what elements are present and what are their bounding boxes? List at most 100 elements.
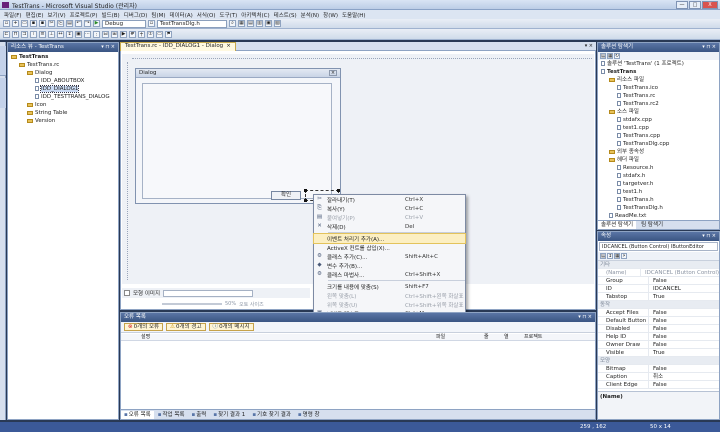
comment-icon[interactable]: ▭ — [156, 30, 163, 38]
space-down-icon[interactable]: ⋮ — [93, 30, 100, 38]
solution-tree-item[interactable]: stdafx.h — [598, 172, 719, 180]
minimize-button[interactable]: — — [676, 1, 688, 9]
bottom-tab[interactable]: ▪ 출력 — [188, 411, 209, 419]
resource-tree-item[interactable]: IDD_DIALOG1 — [8, 85, 118, 93]
property-category[interactable]: 기타 — [598, 261, 719, 269]
column-column[interactable]: 열 — [504, 334, 509, 341]
refresh-icon[interactable]: ↻ — [614, 53, 620, 59]
property-row[interactable]: Help ID False — [598, 333, 719, 341]
panel-options-icon[interactable]: ▾ ⊓ × — [578, 313, 592, 322]
menu-item[interactable]: 빌드(B) — [102, 11, 120, 19]
tab-order-icon[interactable]: ① — [147, 30, 154, 38]
toggle-grid-icon[interactable]: # — [129, 30, 136, 38]
find-icon[interactable]: ⌕ — [229, 20, 236, 27]
messages-filter-button[interactable]: ⓘ 0개의 메시지 — [208, 323, 254, 331]
bottom-tab[interactable]: ▪ 오류 목록 — [121, 410, 154, 419]
cut-icon[interactable]: ✂ — [48, 20, 55, 27]
property-row[interactable]: Bitmap False — [598, 365, 719, 373]
menu-item[interactable]: 아키텍처(C) — [241, 11, 269, 19]
resource-tree-item[interactable]: Version — [8, 117, 118, 125]
solution-tree-item[interactable]: TestTransDlg.h — [598, 204, 719, 212]
property-value[interactable]: False — [648, 333, 667, 340]
save-all-icon[interactable]: ▪ — [39, 20, 46, 27]
property-value[interactable]: False — [648, 381, 667, 388]
solution-tree-item[interactable]: test1.cpp — [598, 124, 719, 132]
context-menu-item[interactable]: 왼쪽 맞춤(L) Ctrl+Shift+왼쪽 화살표 — [314, 291, 465, 300]
warnings-filter-button[interactable]: ⚠ 0개의 경고 — [166, 323, 206, 331]
property-row[interactable]: Caption 취소 — [598, 373, 719, 381]
context-menu-item[interactable]: ⚙ 클래스 추가(C)... Shift+Alt+C — [314, 252, 465, 261]
align-center-icon[interactable]: ⊓ — [12, 30, 19, 38]
solution-tree-item[interactable]: test1.h — [598, 188, 719, 196]
toolbox-tab[interactable] — [0, 46, 6, 76]
solution-tree-item[interactable]: ReadMe.txt — [598, 212, 719, 220]
resource-tree-item[interactable]: IDD_ABOUTBOX — [8, 77, 118, 85]
align-middle-icon[interactable]: ≡ — [39, 30, 46, 38]
solution-tree-item[interactable]: Resource.h — [598, 164, 719, 172]
resource-tree-item[interactable]: TestTrans.rc — [8, 61, 118, 69]
undo-icon[interactable]: ↶ — [75, 20, 82, 27]
property-value[interactable]: IDCANCEL — [648, 285, 681, 292]
resize-handle[interactable] — [304, 199, 307, 202]
zoom-slider[interactable] — [162, 303, 222, 305]
start-page-icon[interactable]: ▣ — [265, 20, 272, 27]
object-selector[interactable]: IDCANCEL (Button Control) IButtonEditor — [599, 242, 718, 251]
tab-dropdown-icon[interactable]: ▾ × — [585, 43, 593, 49]
menu-item[interactable]: 도움말(H) — [342, 11, 366, 19]
guide-checkbox[interactable] — [124, 290, 130, 296]
resource-tree-item[interactable]: Icon — [8, 101, 118, 109]
property-row[interactable]: Disabled False — [598, 325, 719, 333]
property-value[interactable]: 취소 — [648, 373, 663, 380]
solution-explorer-tab[interactable]: 팀 탐색기 — [638, 221, 666, 229]
same-height-icon[interactable]: ↕ — [66, 30, 73, 38]
document-tab[interactable]: TestTrans.rc - IDD_DIALOG1 - Dialog × — [120, 41, 236, 51]
solution-tree-item[interactable]: TestTransDlg.cpp — [598, 140, 719, 148]
property-category[interactable]: 동작 — [598, 301, 719, 309]
resource-tree-item[interactable]: Dialog — [8, 69, 118, 77]
property-row[interactable]: Default Button False — [598, 317, 719, 325]
new-project-icon[interactable]: ▫ — [3, 20, 10, 27]
show-all-files-icon[interactable]: ▦ — [607, 53, 613, 59]
menu-item[interactable]: 서식(O) — [197, 11, 216, 19]
align-right-icon[interactable]: ⊐ — [21, 30, 28, 38]
configuration-select[interactable]: Debug — [102, 19, 146, 28]
maximize-button[interactable]: □ — [689, 1, 701, 9]
context-menu-item[interactable]: ◆ 변수 추가(B)... — [314, 261, 465, 270]
toggle-guides-icon[interactable]: ┼ — [138, 30, 145, 38]
property-row[interactable]: Group False — [598, 277, 719, 285]
resize-handle[interactable] — [337, 189, 340, 192]
solution-tree-item[interactable]: TestTrans.rc — [598, 92, 719, 100]
solution-tree-item[interactable]: TestTrans.rc2 — [598, 100, 719, 108]
property-value[interactable]: False — [648, 341, 667, 348]
alphabetical-icon[interactable]: ↕ — [607, 253, 613, 259]
close-tab-icon[interactable]: × — [226, 42, 231, 51]
add-item-icon[interactable]: + — [12, 20, 19, 27]
bottom-tab[interactable]: ▪ 찾기 결과 1 — [210, 411, 248, 419]
bottom-tab[interactable]: ▪ 작업 목록 — [155, 411, 188, 419]
solution-tree-item[interactable]: TestTrans.ico — [598, 84, 719, 92]
properties-icon[interactable]: ▤ — [247, 20, 254, 27]
solution-tree-item[interactable]: stdafx.cpp — [598, 116, 719, 124]
context-menu-item[interactable]: ✂ 잘라내기(T) Ctrl+X — [314, 195, 465, 204]
categorized-icon[interactable]: ▤ — [600, 253, 606, 259]
context-menu-item[interactable]: ⚙ 클래스 마법사... Ctrl+Shift+X — [314, 270, 465, 279]
align-left-icon[interactable]: ⊏ — [3, 30, 10, 38]
solution-tree-item[interactable]: 외부 종속성 — [598, 148, 719, 156]
menu-item[interactable]: 데이터(A) — [170, 11, 193, 19]
pin-icon[interactable]: ▾ ⊓ × — [101, 43, 115, 52]
solution-tree-item[interactable]: targetver.h — [598, 180, 719, 188]
solution-explorer-icon[interactable]: ▦ — [238, 20, 245, 27]
menu-item[interactable]: 파일(F) — [4, 11, 22, 19]
solution-explorer-tab[interactable]: 솔루션 탐색기 — [598, 221, 637, 229]
menu-item[interactable]: 디버그(D) — [124, 11, 148, 19]
property-category[interactable]: 모양 — [598, 357, 719, 365]
align-top-icon[interactable]: ⊤ — [30, 30, 37, 38]
solution-tree-item[interactable]: 소스 파일 — [598, 108, 719, 116]
context-menu-item[interactable]: 위쪽 맞춤(U) Ctrl+Shift+위쪽 화살표 — [314, 300, 465, 309]
menu-item[interactable]: 분석(N) — [301, 11, 320, 19]
menu-item[interactable]: 창(W) — [323, 11, 338, 19]
resource-tree-item[interactable]: String Table — [8, 109, 118, 117]
server-explorer-tab[interactable] — [0, 78, 6, 108]
property-pages-icon[interactable]: ▦ — [614, 253, 620, 259]
panel-pin-icon[interactable]: ▾ ⊓ × — [702, 43, 716, 52]
